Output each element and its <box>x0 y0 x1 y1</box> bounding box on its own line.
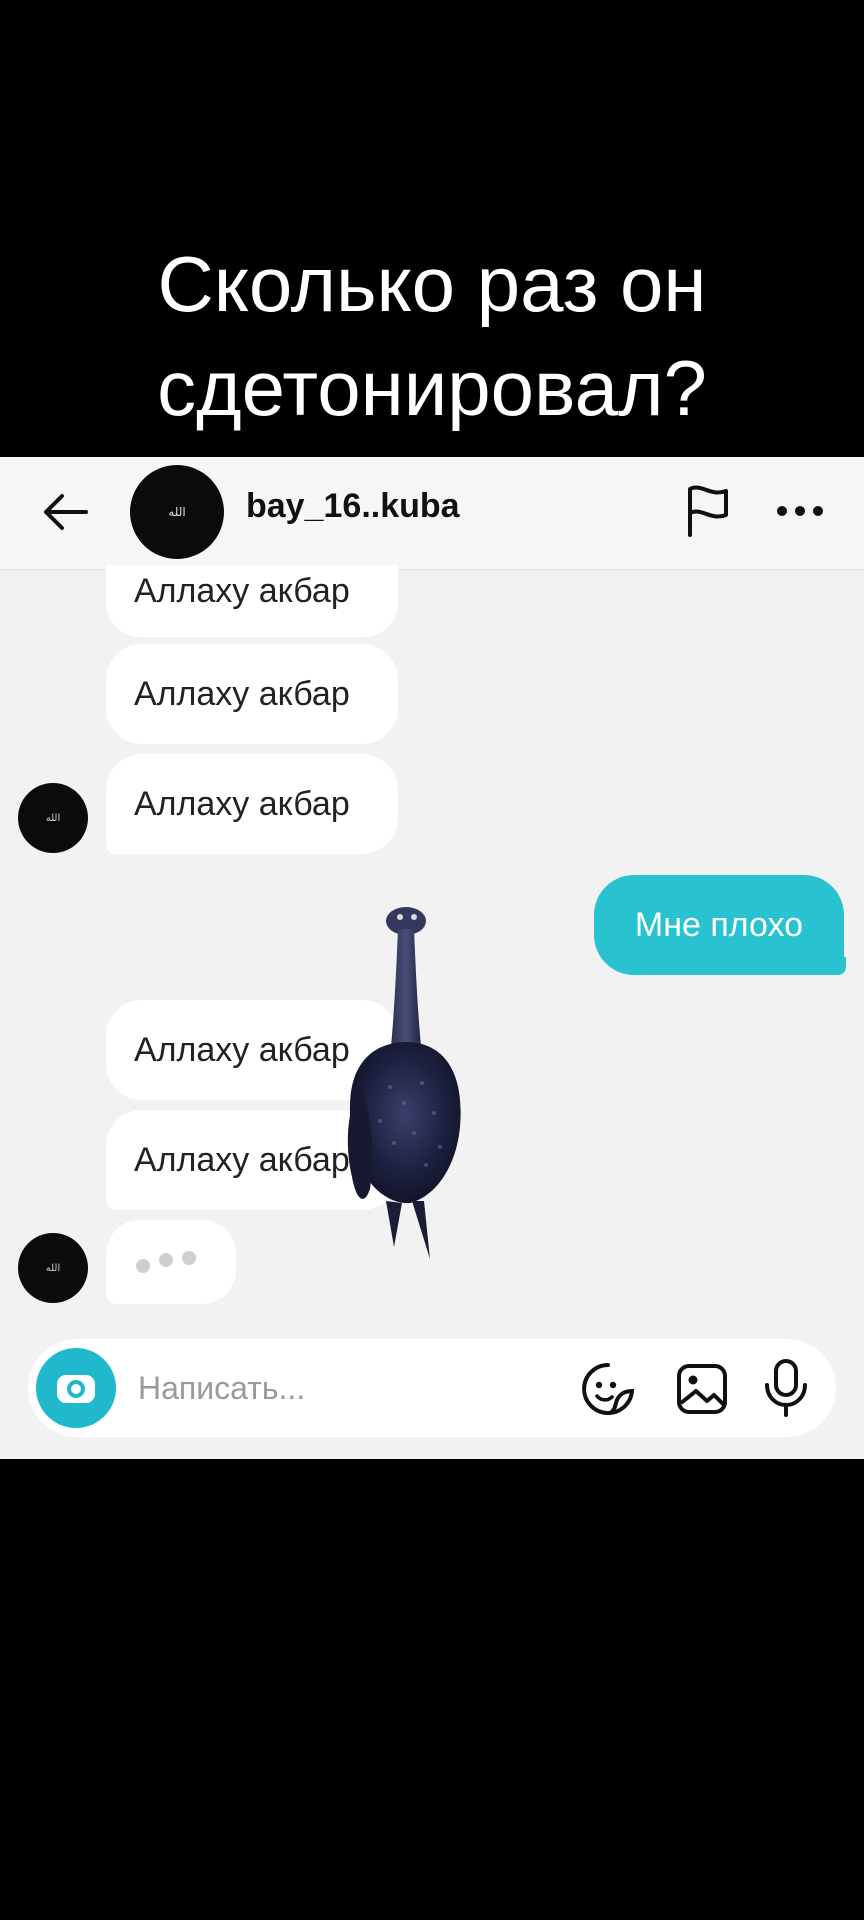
microphone-icon <box>765 1359 807 1417</box>
avatar-text: الله <box>45 812 61 824</box>
more-horizontal-icon <box>777 506 823 516</box>
camera-button[interactable] <box>36 1348 116 1428</box>
voice-message-button[interactable] <box>758 1357 814 1417</box>
camera-icon <box>57 1375 95 1403</box>
message-text: Аллаху акбар <box>134 1030 350 1069</box>
sent-bubble-tail <box>832 957 846 975</box>
message-text: Аллаху акбар <box>134 784 350 823</box>
video-caption: Сколько раз он сдетонировал? <box>0 232 864 440</box>
message-text: Аллаху акбар <box>134 674 350 713</box>
sticker-button[interactable] <box>580 1361 636 1417</box>
back-button[interactable] <box>36 483 94 541</box>
typing-dot <box>136 1259 150 1273</box>
flag-icon <box>688 485 728 537</box>
message-composer <box>28 1339 836 1437</box>
contact-avatar[interactable]: الله <box>130 465 224 559</box>
gallery-button[interactable] <box>674 1361 730 1417</box>
report-button[interactable] <box>680 481 736 541</box>
message-input[interactable] <box>138 1361 468 1415</box>
contact-username[interactable]: bay_16..kuba <box>246 487 460 526</box>
sender-avatar[interactable]: الله <box>18 1233 88 1303</box>
avatar-text: الله <box>45 1262 61 1274</box>
page: Сколько раз он сдетонировал? الله bay_16… <box>0 0 864 1920</box>
more-options-button[interactable] <box>774 491 826 531</box>
message-received[interactable]: Аллаху акбар <box>106 565 398 637</box>
message-text: Аллаху акбар <box>134 572 350 610</box>
message-sent[interactable]: Мне плохо <box>594 875 844 975</box>
chat-header: الله bay_16..kuba <box>0 457 864 570</box>
caption-line-2: сдетонировал? <box>157 344 707 432</box>
typing-dot <box>182 1251 196 1265</box>
chat-screen: الله bay_16..kuba Аллаху акбар Аллаху ак… <box>0 457 864 1459</box>
typing-indicator <box>106 1220 236 1304</box>
bird-overlay-image <box>347 907 461 1259</box>
typing-dot <box>159 1253 173 1267</box>
message-text: Мне плохо <box>634 905 804 944</box>
gallery-icon <box>677 1364 727 1414</box>
avatar-text: الله <box>168 505 186 519</box>
message-received[interactable]: Аллаху акбар <box>106 754 398 854</box>
sticker-icon <box>582 1363 635 1415</box>
message-text: Аллаху акбар <box>134 1140 350 1179</box>
message-received[interactable]: Аллаху акбар <box>106 644 398 744</box>
caption-line-1: Сколько раз он <box>157 240 707 328</box>
arrow-left-icon <box>44 494 88 530</box>
sender-avatar[interactable]: الله <box>18 783 88 853</box>
